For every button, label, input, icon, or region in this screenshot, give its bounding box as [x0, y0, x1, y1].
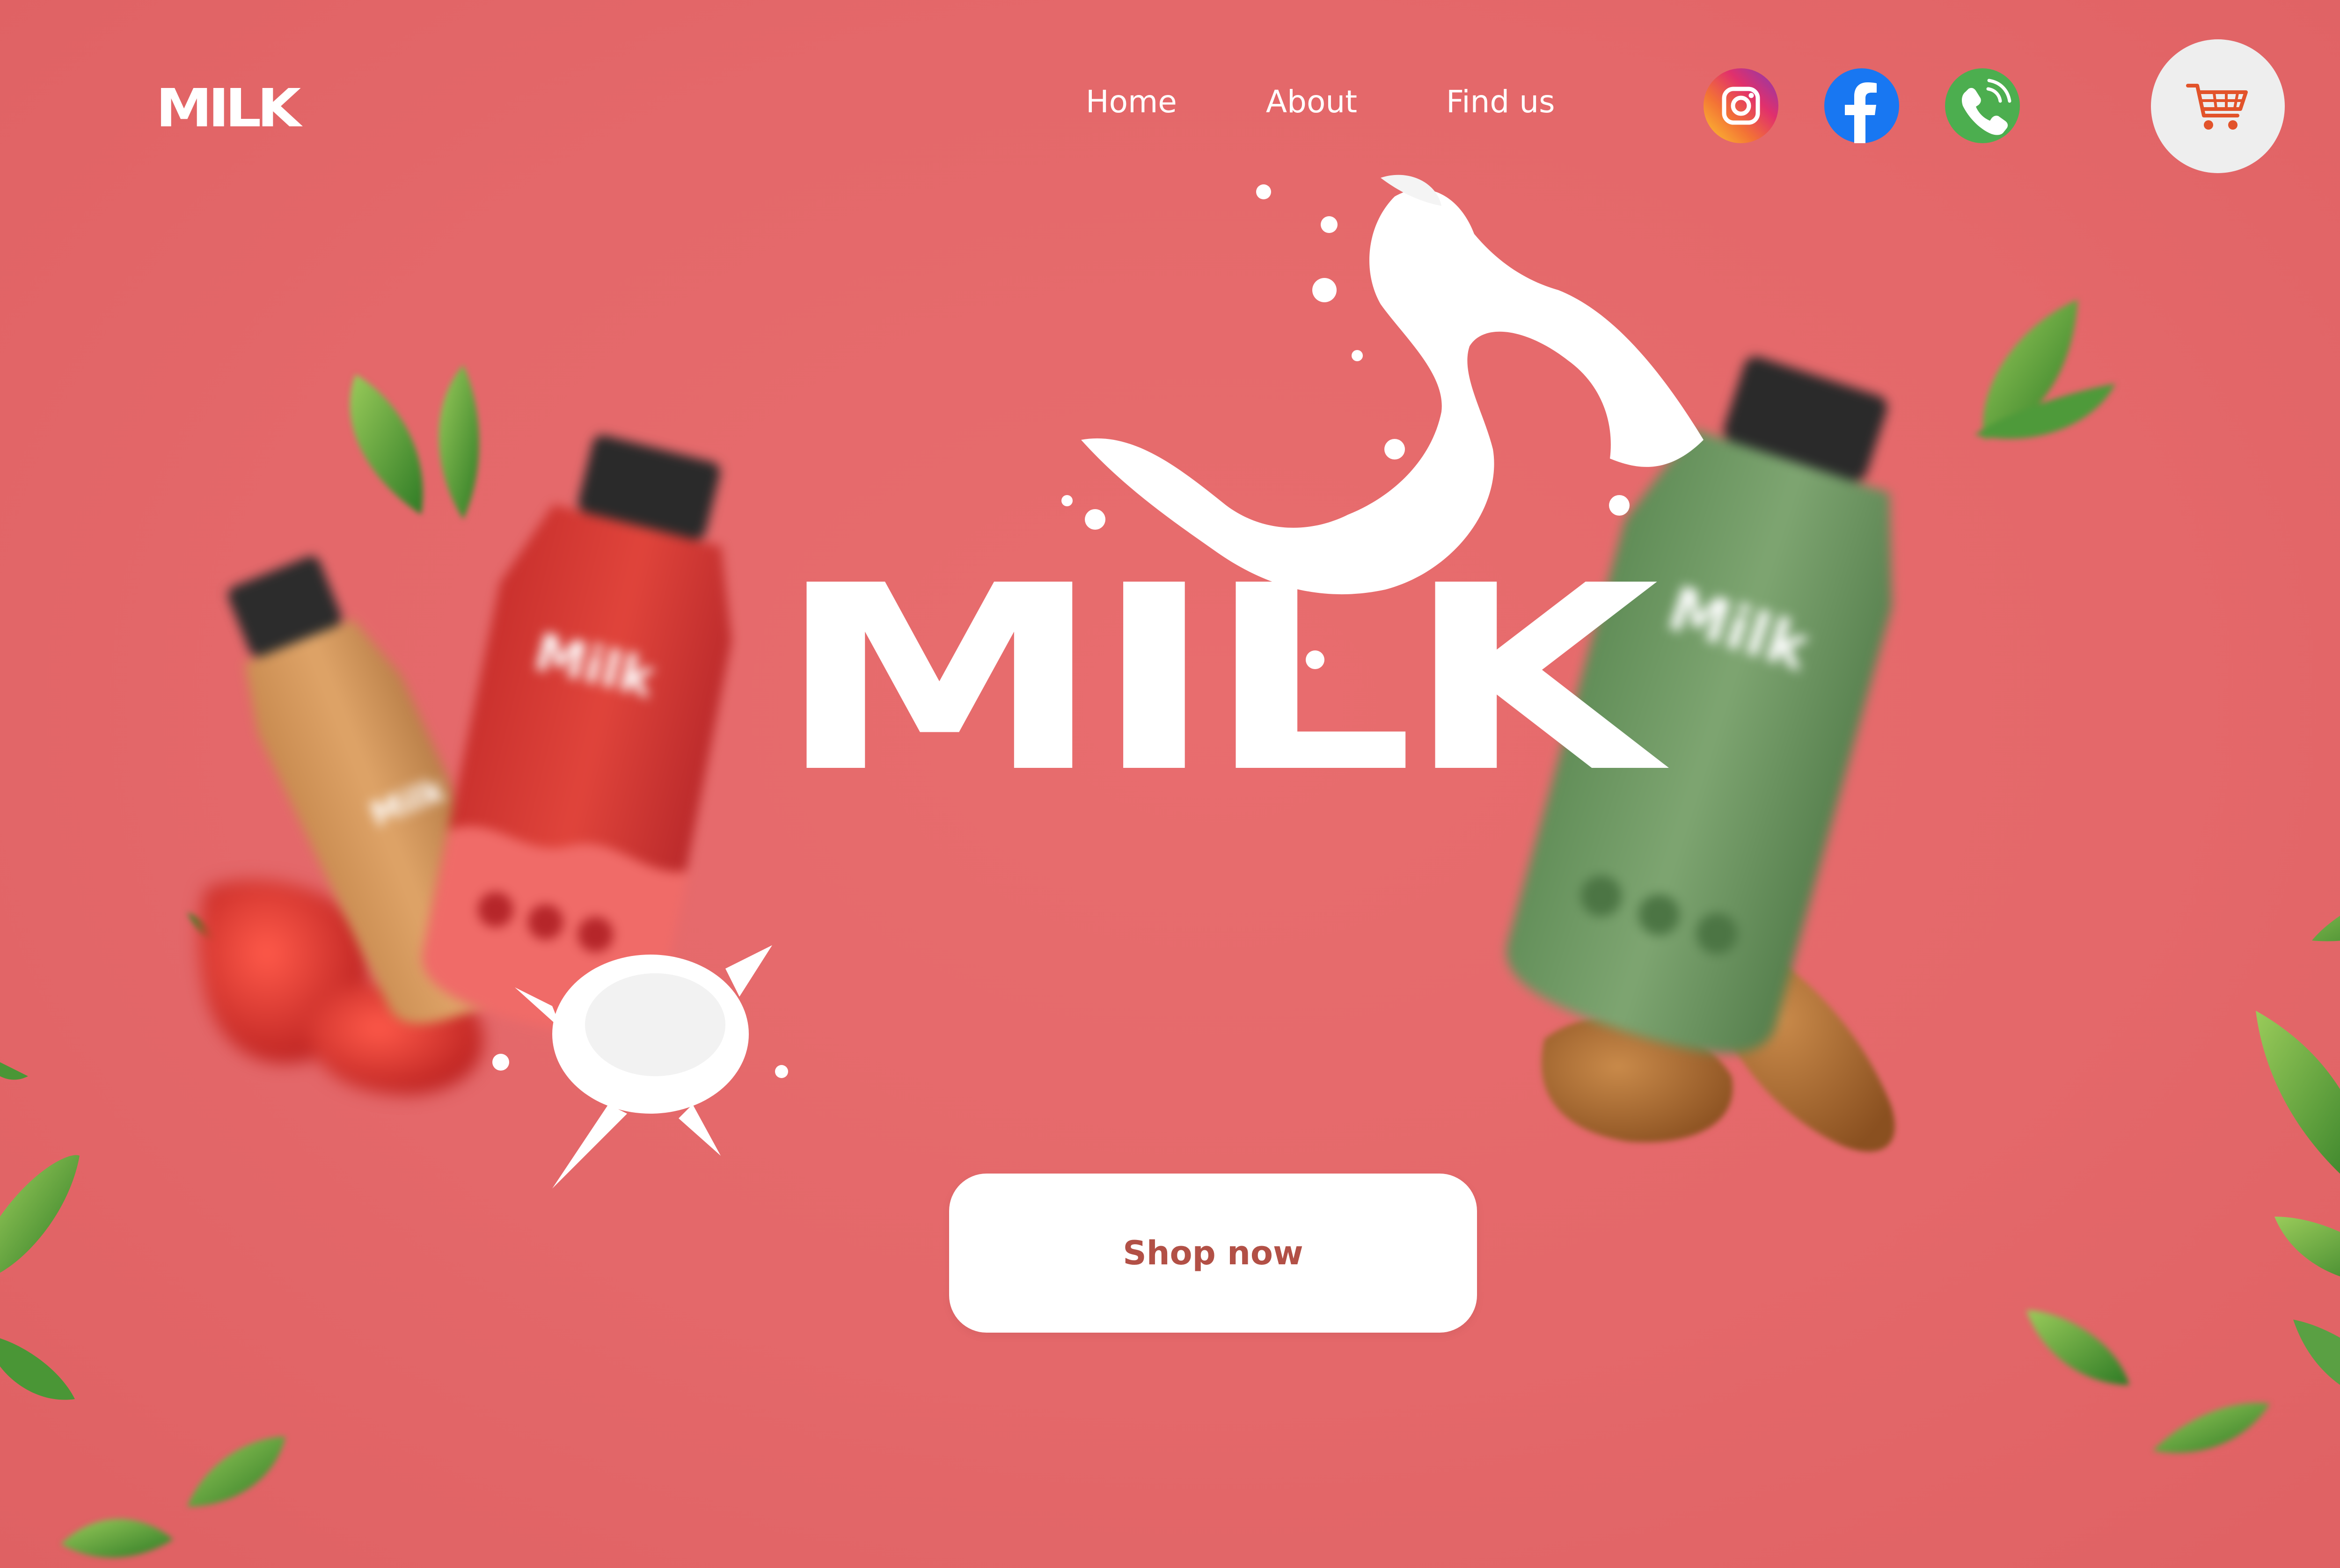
leaf-decor-top-right — [1975, 299, 2115, 440]
nav-home[interactable]: Home — [1086, 87, 1177, 117]
nav-find-us[interactable]: Find us — [1446, 87, 1555, 117]
phone-icon[interactable] — [1945, 68, 2020, 143]
milk-splash-round — [492, 945, 788, 1189]
instagram-icon[interactable] — [1704, 68, 1778, 143]
main-nav: Home About Find us — [1086, 87, 1555, 117]
almonds — [1541, 931, 1895, 1152]
facebook-icon[interactable] — [1824, 68, 1899, 143]
social-links — [1704, 68, 2020, 143]
leaf-decor-bottom-right — [2026, 1310, 2270, 1453]
leaf-decor-left — [0, 1062, 80, 1400]
nav-about[interactable]: About — [1266, 87, 1357, 117]
leaf-decor-right — [2256, 916, 2340, 1385]
shop-now-label: Shop now — [1123, 1234, 1303, 1272]
cart-button[interactable] — [2151, 39, 2285, 173]
logo[interactable]: MILK — [156, 82, 301, 135]
shop-now-button[interactable]: Shop now — [949, 1174, 1477, 1333]
landing-page: Milk Milk Milk MILK Home About Find us M… — [0, 0, 2340, 1568]
strawberries — [199, 880, 483, 1095]
cart-icon — [2186, 84, 2248, 130]
leaf-decor-top-left — [350, 365, 479, 519]
leaf-decor-bottom-left — [61, 912, 285, 1558]
hero-title: MILK — [776, 531, 1659, 829]
